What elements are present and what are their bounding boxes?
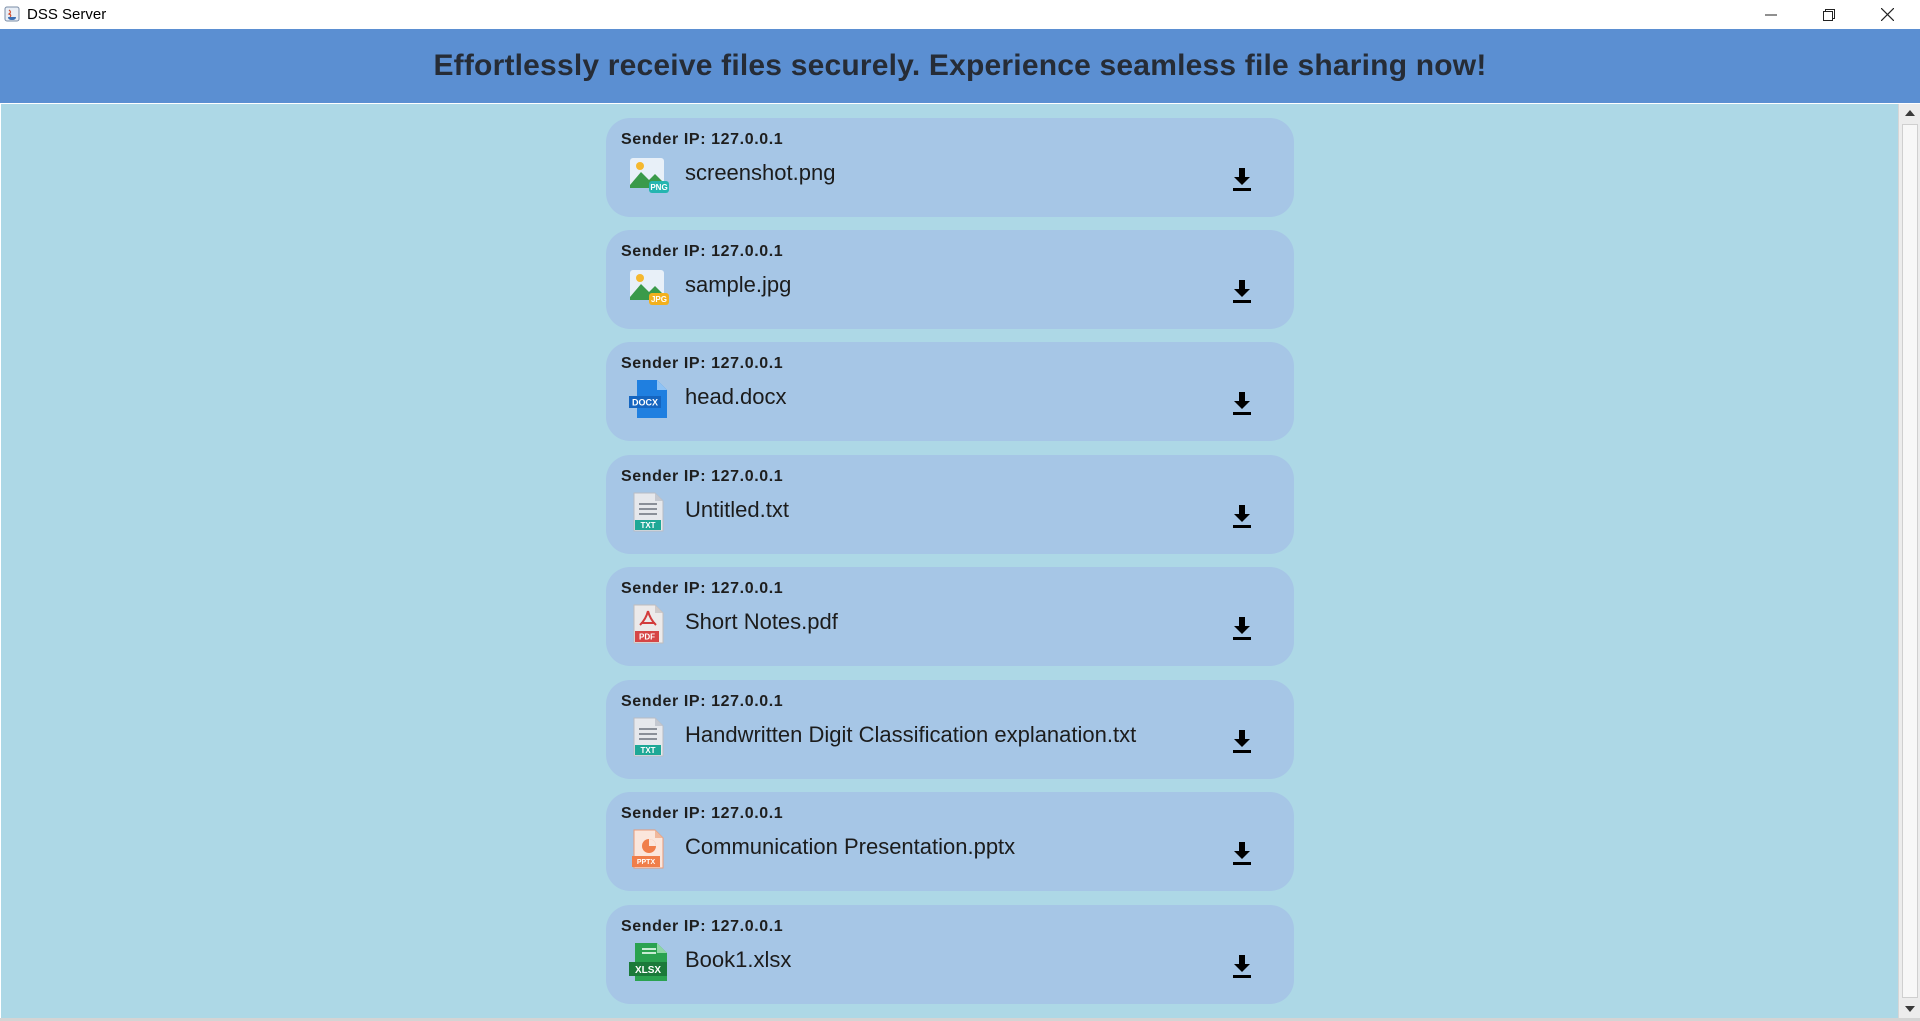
- file-card: Sender IP: 127.0.0.1 PPTX Communication …: [606, 792, 1294, 891]
- file-card: Sender IP: 127.0.0.1 PDF Short Notes.pdf: [606, 567, 1294, 666]
- txt-file-icon: TXT: [633, 717, 664, 757]
- file-card: Sender IP: 127.0.0.1 TXT Untitled.txt: [606, 455, 1294, 554]
- scrollbar-thumb[interactable]: [1902, 124, 1918, 998]
- file-name: screenshot.png: [685, 160, 836, 185]
- sender-ip-label: Sender IP: 127.0.0.1: [621, 355, 784, 372]
- file-card: Sender IP: 127.0.0.1 PNG screenshot.png: [606, 118, 1294, 217]
- download-icon[interactable]: [1230, 953, 1254, 979]
- pdf-file-icon: PDF: [633, 604, 664, 644]
- file-card: Sender IP: 127.0.0.1 XLSX Book1.xlsx: [606, 905, 1294, 1004]
- header-banner: Effortlessly receive files securely. Exp…: [0, 29, 1920, 103]
- jpg-image-icon: JPG: [630, 270, 669, 305]
- restore-button[interactable]: [1800, 0, 1858, 29]
- txt-file-icon: TXT: [633, 492, 664, 532]
- close-button[interactable]: [1858, 0, 1916, 29]
- title-bar: DSS Server: [0, 0, 1920, 29]
- arrow-up-icon: [1904, 110, 1915, 116]
- sender-ip-label: Sender IP: 127.0.0.1: [621, 918, 784, 935]
- file-card: Sender IP: 127.0.0.1 TXT Handwritten Dig…: [606, 680, 1294, 779]
- sender-ip-label: Sender IP: 127.0.0.1: [621, 693, 784, 710]
- restore-icon: [1823, 8, 1835, 21]
- docx-file-icon: DOCX: [629, 380, 667, 418]
- svg-text:PDF: PDF: [639, 633, 655, 642]
- svg-text:TXT: TXT: [640, 746, 655, 755]
- download-icon[interactable]: [1230, 840, 1254, 866]
- sender-ip-label: Sender IP: 127.0.0.1: [621, 131, 784, 148]
- sender-ip-label: Sender IP: 127.0.0.1: [621, 580, 784, 597]
- svg-text:DOCX: DOCX: [632, 398, 658, 408]
- banner-title: Effortlessly receive files securely. Exp…: [433, 49, 1487, 82]
- pptx-file-icon: PPTX: [632, 829, 664, 869]
- close-icon: [1880, 8, 1894, 21]
- sender-ip-label: Sender IP: 127.0.0.1: [621, 805, 784, 822]
- download-icon[interactable]: [1230, 728, 1254, 754]
- download-icon[interactable]: [1230, 166, 1254, 192]
- file-card: Sender IP: 127.0.0.1 JPG sample.jpg: [606, 230, 1294, 329]
- file-name: Handwritten Digit Classification explana…: [685, 722, 1137, 747]
- file-card: Sender IP: 127.0.0.1 DOCX head.docx: [606, 342, 1294, 441]
- xlsx-file-icon: XLSX: [629, 943, 667, 981]
- sender-ip-label: Sender IP: 127.0.0.1: [621, 468, 784, 485]
- png-image-icon: PNG: [630, 158, 669, 193]
- file-name: Short Notes.pdf: [685, 609, 838, 634]
- minimize-button[interactable]: [1742, 0, 1800, 29]
- arrow-down-icon: [1904, 1006, 1915, 1012]
- download-icon[interactable]: [1230, 615, 1254, 641]
- file-name: head.docx: [685, 384, 787, 409]
- minimize-icon: [1765, 14, 1777, 15]
- window-title: DSS Server: [27, 6, 107, 23]
- file-name: sample.jpg: [685, 272, 792, 297]
- scroll-down-button[interactable]: [1899, 1000, 1920, 1018]
- scroll-up-button[interactable]: [1899, 104, 1920, 122]
- vertical-scrollbar[interactable]: [1898, 104, 1920, 1018]
- file-name: Untitled.txt: [685, 497, 789, 522]
- download-icon[interactable]: [1230, 390, 1254, 416]
- java-app-icon: [4, 6, 20, 22]
- svg-text:PNG: PNG: [650, 183, 667, 192]
- svg-text:JPG: JPG: [651, 295, 667, 304]
- download-icon[interactable]: [1230, 278, 1254, 304]
- received-files-list[interactable]: Sender IP: 127.0.0.1 PNG screenshot.png …: [1, 104, 1898, 1018]
- file-name: Communication Presentation.pptx: [685, 834, 1016, 859]
- download-icon[interactable]: [1230, 503, 1254, 529]
- svg-text:XLSX: XLSX: [635, 965, 661, 976]
- file-name: Book1.xlsx: [685, 947, 792, 972]
- sender-ip-label: Sender IP: 127.0.0.1: [621, 243, 784, 260]
- svg-text:TXT: TXT: [640, 521, 655, 530]
- svg-text:PPTX: PPTX: [637, 859, 656, 866]
